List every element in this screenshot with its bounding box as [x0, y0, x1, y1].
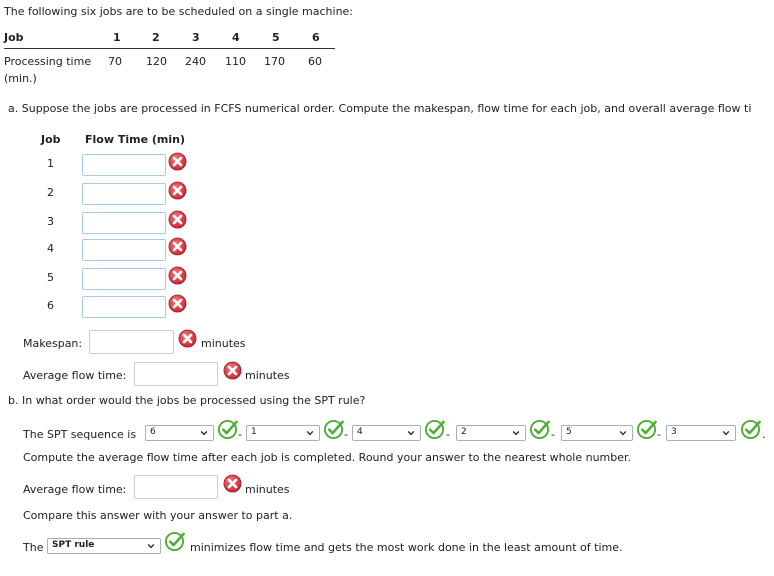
spt-sequence-select-3[interactable]: 4	[352, 425, 421, 441]
x-circle-icon	[168, 294, 187, 313]
flow-row-job-1: 1	[47, 157, 54, 170]
avg-flow-time-label-b: Average flow time:	[23, 483, 127, 496]
spt-sequence-value-3: 4	[357, 427, 363, 437]
sequence-separator: -	[238, 428, 242, 441]
spt-sequence-value-5: 5	[566, 427, 572, 437]
job-number-4: 4	[232, 31, 240, 44]
sequence-separator: -	[446, 428, 450, 441]
intro-text: The following six jobs are to be schedul…	[4, 5, 354, 18]
flow-time-input-job-3[interactable]	[82, 212, 166, 234]
table-rule	[4, 48, 335, 49]
chevron-down-icon	[722, 429, 730, 437]
flow-time-input-job-2[interactable]	[82, 183, 166, 205]
processing-time-6: 60	[308, 55, 322, 68]
avg-flow-time-label-a: Average flow time:	[23, 369, 127, 382]
x-circle-icon	[168, 152, 187, 171]
x-circle-icon	[223, 474, 242, 493]
processing-time-2: 120	[146, 55, 167, 68]
flow-time-input-job-1[interactable]	[82, 154, 166, 176]
processing-time-3: 240	[185, 55, 206, 68]
avg-flow-time-unit-b: minutes	[245, 483, 290, 496]
makespan-label: Makespan:	[23, 337, 83, 350]
chevron-down-icon	[619, 429, 627, 437]
conclusion-text: minimizes flow time and gets the most wo…	[190, 541, 623, 554]
job-header: Job	[4, 31, 24, 44]
spt-sequence-label: The SPT sequence is	[23, 428, 137, 441]
sequence-end-period: .	[762, 428, 766, 441]
processing-time-1: 70	[108, 55, 122, 68]
job-number-5: 5	[272, 31, 280, 44]
sequence-separator: -	[657, 428, 661, 441]
spt-sequence-select-1[interactable]: 6	[145, 425, 214, 441]
check-circle-icon	[323, 419, 344, 440]
check-circle-icon	[529, 419, 550, 440]
x-circle-icon	[168, 266, 187, 285]
spt-sequence-value-4: 2	[461, 427, 467, 437]
flow-time-input-job-4[interactable]	[82, 239, 166, 261]
chevron-down-icon	[512, 429, 520, 437]
flow-row-job-4: 4	[47, 242, 54, 255]
spt-sequence-value-6: 3	[671, 427, 677, 437]
flow-row-job-5: 5	[47, 271, 54, 284]
spt-sequence-select-5[interactable]: 5	[561, 425, 633, 441]
chevron-down-icon	[306, 429, 314, 437]
rule-select-value: SPT rule	[52, 540, 95, 550]
check-circle-icon	[636, 419, 657, 440]
processing-time-label: Processing time	[4, 55, 92, 68]
job-number-2: 2	[152, 31, 160, 44]
x-circle-icon	[178, 329, 197, 348]
sequence-separator: -	[551, 428, 555, 441]
x-circle-icon	[168, 210, 187, 229]
flow-time-input-job-6[interactable]	[82, 296, 166, 318]
makespan-input[interactable]	[89, 330, 174, 354]
flow-row-job-3: 3	[47, 215, 54, 228]
conclusion-prefix: The	[23, 541, 44, 554]
chevron-down-icon	[147, 542, 155, 550]
spt-sequence-select-4[interactable]: 2	[456, 425, 526, 441]
processing-time-unit: (min.)	[4, 72, 37, 85]
avg-flow-time-input-a[interactable]	[134, 362, 218, 386]
avg-flow-time-unit-a: minutes	[245, 369, 290, 382]
compute-instruction: Compute the average flow time after each…	[23, 451, 632, 464]
check-circle-icon	[740, 419, 761, 440]
x-circle-icon	[168, 237, 187, 256]
spt-sequence-value-2: 1	[251, 427, 257, 437]
flow-row-job-6: 6	[47, 299, 54, 312]
chevron-down-icon	[407, 429, 415, 437]
flow-table-job-header: Job	[41, 133, 61, 146]
makespan-unit: minutes	[201, 337, 246, 350]
job-number-1: 1	[113, 31, 121, 44]
check-circle-icon	[164, 531, 185, 552]
sequence-separator: -	[344, 428, 348, 441]
processing-time-4: 110	[225, 55, 246, 68]
compare-instruction: Compare this answer with your answer to …	[23, 509, 293, 522]
x-circle-icon	[223, 361, 242, 380]
flow-time-input-job-5[interactable]	[82, 268, 166, 290]
flow-row-job-2: 2	[47, 186, 54, 199]
flow-table-flow-header: Flow Time (min)	[85, 133, 185, 146]
rule-select[interactable]: SPT rule	[47, 538, 161, 554]
job-number-6: 6	[312, 31, 320, 44]
avg-flow-time-input-b[interactable]	[134, 475, 218, 499]
spt-sequence-select-2[interactable]: 1	[246, 425, 320, 441]
processing-time-5: 170	[264, 55, 285, 68]
part-a-question: a. Suppose the jobs are processed in FCF…	[8, 102, 752, 115]
spt-sequence-value-1: 6	[150, 427, 156, 437]
x-circle-icon	[168, 181, 187, 200]
job-number-3: 3	[192, 31, 200, 44]
check-circle-icon	[424, 419, 445, 440]
part-b-question: b. In what order would the jobs be proce…	[8, 394, 366, 407]
check-circle-icon	[217, 419, 238, 440]
chevron-down-icon	[200, 429, 208, 437]
spt-sequence-select-6[interactable]: 3	[666, 425, 736, 441]
